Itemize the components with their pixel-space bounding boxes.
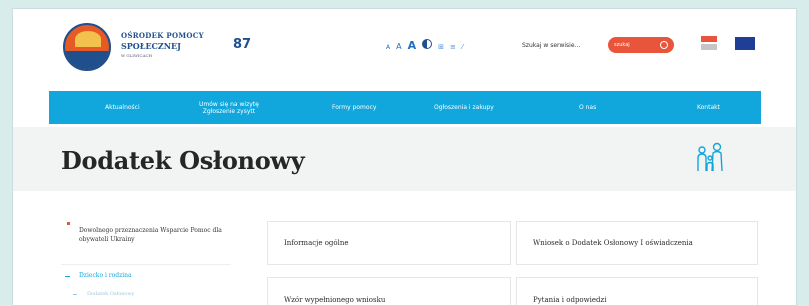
grid-icon[interactable]: ⊞	[438, 43, 444, 51]
sidebar-item-family[interactable]: Dziecko i rodzina	[61, 264, 231, 286]
logo-ground-shape	[65, 51, 109, 69]
accessibility-toolbar: A A A ⊞ ≡ ⁄	[386, 39, 463, 52]
link-icon[interactable]: ⁄	[462, 43, 463, 51]
contrast-icon[interactable]	[422, 39, 433, 49]
card-label: Pytania i odpowiedzi	[533, 296, 607, 304]
logo-line-2: SPOŁECZNEJ	[121, 41, 181, 51]
sidebar-dash	[65, 276, 70, 277]
font-size-small-button[interactable]: A	[386, 44, 390, 51]
card-application-form[interactable]: Wniosek o Dodatek Osłonowy I oświadczeni…	[516, 221, 758, 265]
text-icon[interactable]: ≡	[450, 43, 456, 51]
nav-item-help-forms[interactable]: Formy pomocy	[332, 104, 376, 111]
sidebar-item-ukraine[interactable]: Dowolnego przeznaczenia Wsparcie Pomoc d…	[61, 214, 231, 264]
card-general-info[interactable]: Informacje ogólne	[267, 221, 511, 265]
nav-item-contact[interactable]: Kontakt	[697, 104, 720, 111]
search-area: szukaj	[518, 37, 674, 53]
family-icon	[697, 142, 723, 172]
bip-icon-bottom	[701, 44, 717, 50]
nav-item-about[interactable]: O nas	[579, 104, 596, 111]
logo-icon[interactable]	[63, 23, 111, 71]
logo-text[interactable]: OŚRODEK POMOCY SPOŁECZNEJ W GLIWICACH	[121, 31, 204, 58]
search-input[interactable]	[518, 38, 614, 52]
eu-flag-icon[interactable]	[735, 37, 755, 50]
font-size-medium-button[interactable]: A	[396, 42, 401, 51]
sidebar-item-protective-allowance[interactable]: Dodatek Osłonowy	[61, 286, 231, 300]
sidebar-item-label: Dodatek Osłonowy	[87, 291, 135, 297]
card-label: Informacje ogólne	[284, 238, 349, 247]
sidebar-bullet	[67, 222, 70, 225]
nav-item-announcements[interactable]: Ogłoszenia i zakupy	[434, 104, 494, 111]
page-title: Dodatek Osłonowy	[61, 146, 305, 175]
nav-item-appointment[interactable]: Umów się na wizytę Zgłoszenie zysytt	[199, 101, 259, 115]
logo-line-1: OŚRODEK POMOCY	[121, 31, 204, 40]
page-frame: OŚRODEK POMOCY SPOŁECZNEJ W GLIWICACH 87…	[12, 8, 797, 306]
main-nav: Aktualności Umów się na wizytę Zgłoszeni…	[49, 91, 761, 124]
sidebar-dash	[73, 294, 77, 295]
card-label: Wniosek o Dodatek Osłonowy I oświadczeni…	[533, 238, 693, 247]
search-button[interactable]: szukaj	[608, 37, 674, 53]
title-band: Dodatek Osłonowy	[13, 127, 796, 191]
sidebar-item-label: Dowolnego przeznaczenia Wsparcie Pomoc d…	[79, 227, 222, 243]
search-icon	[660, 41, 668, 49]
logo-line-3: W GLIWICACH	[121, 53, 153, 58]
card-label: Wzór wypełnionego wniosku	[284, 296, 386, 304]
sidebar-item-label: Dziecko i rodzina	[79, 272, 132, 279]
header: OŚRODEK POMOCY SPOŁECZNEJ W GLIWICACH 87…	[13, 9, 796, 87]
brand-mark: 87	[233, 37, 251, 52]
brand-mark-text: 87	[233, 37, 252, 52]
bip-icon-top	[701, 36, 717, 42]
sidebar: Dowolnego przeznaczenia Wsparcie Pomoc d…	[61, 214, 231, 300]
card-filled-sample[interactable]: Wzór wypełnionego wniosku	[267, 277, 511, 305]
nav-item-news[interactable]: Aktualności	[105, 104, 140, 111]
logo-sun-shape	[75, 31, 101, 47]
font-size-large-button[interactable]: A	[408, 39, 417, 52]
search-button-label: szukaj	[614, 42, 630, 48]
card-faq[interactable]: Pytania i odpowiedzi	[516, 277, 758, 305]
bip-icon[interactable]	[701, 36, 717, 50]
